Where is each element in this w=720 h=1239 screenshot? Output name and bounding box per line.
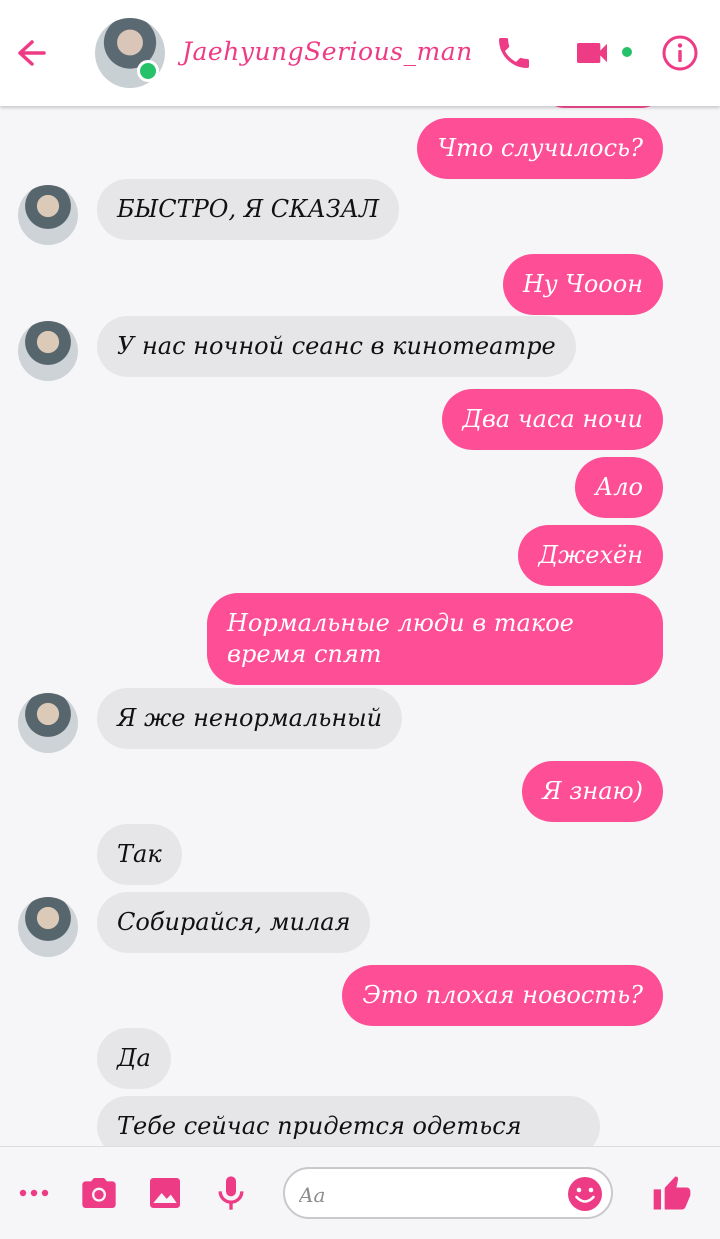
message-bubble-outgoing[interactable]: Что случилось?: [417, 118, 663, 179]
composer-bar: [0, 1146, 720, 1239]
message-bubble-outgoing[interactable]: Ну Чооон: [502, 254, 663, 315]
message-bubble-outgoing[interactable]: Два часа ночи: [442, 389, 663, 450]
message-bubble-incoming[interactable]: Я же ненормальный: [97, 688, 403, 749]
emoji-icon[interactable]: [565, 1174, 605, 1214]
more-icon[interactable]: [14, 1173, 54, 1213]
message-bubble-outgoing[interactable]: Джехён: [518, 525, 663, 586]
video-camera-icon[interactable]: [572, 33, 612, 73]
message-bubble-incoming[interactable]: БЫСТРО, Я СКАЗАЛ: [97, 179, 399, 240]
online-status-dot: [137, 60, 159, 82]
chat-header: JaehyungSerious_man: [0, 0, 720, 106]
contact-avatar-small[interactable]: [18, 321, 78, 381]
contact-name[interactable]: JaehyungSerious_man: [182, 37, 473, 66]
phone-icon[interactable]: [494, 33, 534, 73]
camera-icon[interactable]: [79, 1173, 119, 1213]
message-bubble-outgoing[interactable]: Я знаю): [522, 761, 663, 822]
message-bubble-incoming[interactable]: Так: [97, 824, 182, 885]
microphone-icon[interactable]: [211, 1173, 251, 1213]
message-input[interactable]: [297, 1179, 561, 1211]
message-bubble-outgoing[interactable]: Нормальные люди в такое время спят: [207, 593, 663, 685]
like-icon[interactable]: [650, 1171, 691, 1211]
contact-avatar-small[interactable]: [18, 693, 78, 753]
message-bubble-outgoing[interactable]: Ало: [575, 457, 663, 518]
back-arrow-icon[interactable]: [12, 34, 50, 72]
message-bubble-partial: [543, 106, 663, 108]
video-status-dot: [622, 47, 632, 57]
message-bubble-incoming[interactable]: Да: [97, 1028, 171, 1089]
message-composer[interactable]: [283, 1167, 613, 1219]
message-bubble-incoming[interactable]: У нас ночной сеанс в кинотеатре: [97, 316, 576, 377]
contact-avatar-small[interactable]: [18, 897, 78, 957]
image-icon[interactable]: [145, 1173, 185, 1213]
message-bubble-outgoing[interactable]: Это плохая новость?: [342, 965, 663, 1026]
contact-avatar-small[interactable]: [18, 185, 78, 245]
message-bubble-incoming[interactable]: Собирайся, милая: [97, 892, 371, 953]
info-icon[interactable]: [660, 33, 700, 73]
message-bubble-incoming[interactable]: Тебе сейчас придется одеться: [97, 1096, 600, 1146]
message-list[interactable]: Что случилось? БЫСТРО, Я СКАЗАЛ Ну Чооон…: [0, 106, 720, 1146]
